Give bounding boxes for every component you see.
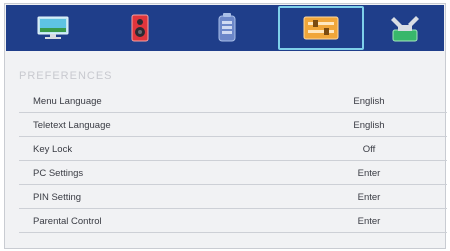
section-title: PREFERENCES — [19, 70, 113, 82]
menu-item-value: Enter — [357, 192, 381, 203]
menu-item-label: Parental Control — [33, 216, 102, 227]
menu-item-label: Key Lock — [33, 144, 73, 155]
menu-item-value: Off — [362, 144, 376, 155]
menu-item-menu-language[interactable]: Menu Language English — [19, 89, 447, 113]
tab-sound[interactable] — [103, 9, 177, 47]
menu-item-label: Menu Language — [33, 96, 102, 107]
menu-item-label: PC Settings — [33, 168, 84, 179]
menu-item-key-lock[interactable]: Key Lock Off — [19, 137, 447, 161]
preferences-menu: Menu Language English Teletext Language … — [19, 89, 447, 233]
menu-item-pin-setting[interactable]: PIN Setting Enter — [19, 185, 447, 209]
tv-menu-window: PREFERENCES Menu Language English Telete… — [4, 3, 447, 249]
speaker-icon — [131, 14, 149, 42]
tab-channel[interactable] — [190, 9, 264, 47]
menu-item-value: Enter — [357, 168, 381, 179]
settings-panel-icon — [303, 16, 339, 40]
menu-item-label: Teletext Language — [33, 120, 111, 131]
monitor-icon — [37, 16, 69, 39]
menu-item-parental-control[interactable]: Parental Control Enter — [19, 209, 447, 233]
tab-preferences[interactable] — [278, 6, 364, 50]
menu-item-value: English — [353, 120, 385, 131]
menu-item-teletext-language[interactable]: Teletext Language English — [19, 113, 447, 137]
menu-item-pc-settings[interactable]: PC Settings Enter — [19, 161, 447, 185]
menu-item-value: Enter — [357, 216, 381, 227]
tools-icon — [391, 16, 419, 42]
remote-icon — [218, 13, 236, 42]
menu-item-value: English — [353, 96, 385, 107]
tab-setup[interactable] — [368, 9, 442, 47]
category-tab-bar — [6, 5, 444, 51]
tab-picture[interactable] — [16, 9, 90, 47]
menu-item-label: PIN Setting — [33, 192, 82, 203]
